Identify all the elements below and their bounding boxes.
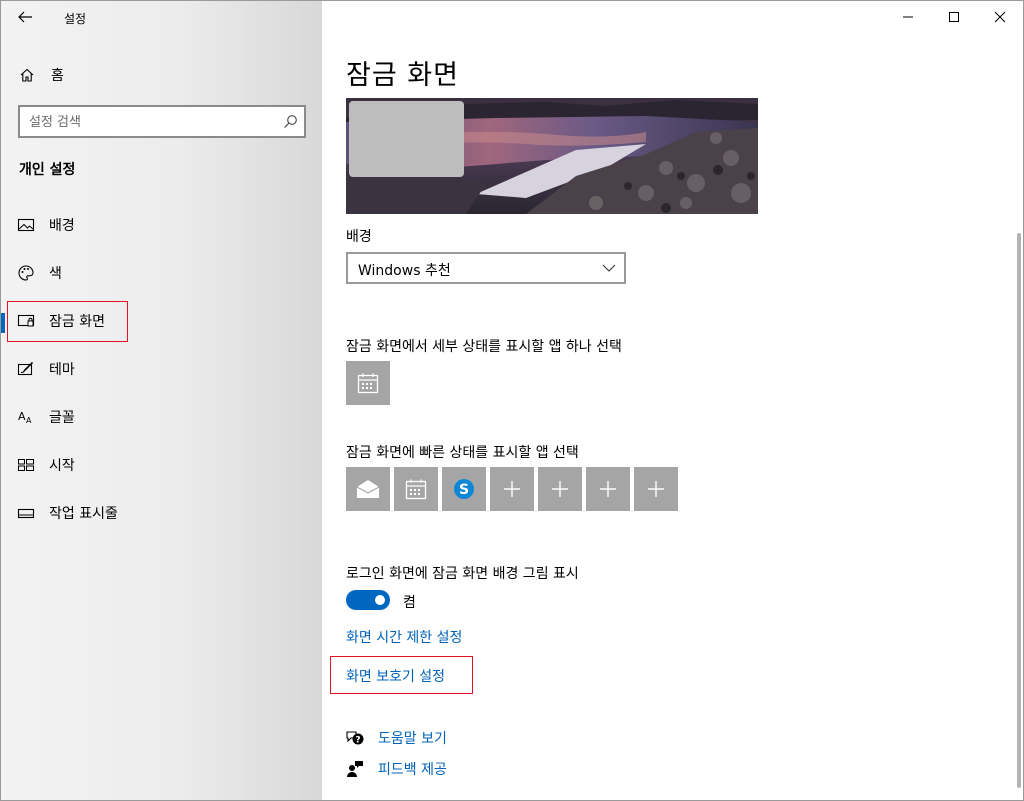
calendar-icon — [405, 479, 427, 500]
plus-icon — [648, 481, 664, 497]
lock-screen-preview — [346, 98, 758, 214]
home-nav-item[interactable]: 홈 — [19, 63, 64, 87]
plus-icon — [600, 481, 616, 497]
maximize-icon — [949, 12, 959, 22]
svg-text:A: A — [26, 416, 32, 425]
quick-status-app-tile[interactable] — [346, 467, 390, 511]
sidebar-item-start[interactable]: 시작 — [1, 443, 322, 487]
signin-background-label: 로그인 화면에 잠금 화면 배경 그림 표시 — [346, 566, 579, 582]
background-label: 배경 — [346, 229, 372, 245]
highlight-box — [7, 301, 128, 342]
home-label: 홈 — [51, 68, 64, 84]
quick-status-label: 잠금 화면에 빠른 상태를 표시할 앱 선택 — [346, 445, 579, 461]
quick-status-app-tile[interactable] — [394, 467, 438, 511]
sidebar-item-label: 글꼴 — [49, 410, 75, 426]
sidebar-item-background[interactable]: 배경 — [1, 203, 322, 247]
quick-status-add-tile[interactable] — [586, 467, 630, 511]
quick-status-app-tile[interactable]: S — [442, 467, 486, 511]
settings-window: 설정 홈 개인 설정 배경 — [0, 0, 1024, 801]
plus-icon — [552, 481, 568, 497]
background-select-value: Windows 추천 — [358, 263, 451, 279]
theme-brush-icon — [17, 361, 34, 376]
start-tiles-icon — [18, 459, 34, 471]
maximize-button[interactable] — [931, 1, 977, 33]
home-icon — [20, 68, 34, 82]
sidebar-item-taskbar[interactable]: 작업 표시줄 — [1, 491, 322, 535]
sidebar: 설정 홈 개인 설정 배경 — [1, 1, 322, 800]
chevron-down-icon — [602, 264, 616, 272]
font-icon: A A — [18, 410, 32, 425]
sidebar-item-themes[interactable]: 테마 — [1, 347, 322, 391]
scrollbar[interactable] — [1017, 233, 1021, 788]
mail-icon — [356, 480, 380, 498]
preview-clock-placeholder — [349, 101, 464, 177]
sidebar-item-label: 색 — [49, 266, 62, 282]
search-icon[interactable] — [283, 114, 298, 129]
toggle-knob — [375, 595, 385, 605]
sidebar-item-label: 배경 — [49, 218, 75, 234]
screen-timeout-link[interactable]: 화면 시간 제한 설정 — [346, 627, 462, 647]
toggle-state-label: 켬 — [403, 595, 416, 611]
close-button[interactable] — [977, 1, 1023, 33]
picture-icon — [17, 218, 35, 232]
app-title: 설정 — [64, 12, 87, 26]
quick-status-add-tile[interactable] — [634, 467, 678, 511]
minimize-icon — [903, 16, 913, 18]
search-input[interactable] — [29, 112, 279, 132]
section-title: 개인 설정 — [19, 162, 76, 178]
help-chat-icon: ? — [346, 731, 364, 746]
back-arrow-icon — [18, 11, 32, 23]
palette-icon — [18, 265, 34, 281]
sidebar-item-label: 시작 — [49, 458, 75, 474]
svg-text:S: S — [459, 482, 469, 498]
help-link[interactable]: 도움말 보기 — [378, 728, 447, 748]
back-button[interactable] — [17, 9, 39, 27]
sidebar-item-label: 작업 표시줄 — [49, 506, 118, 522]
svg-text:A: A — [18, 410, 26, 423]
detailed-status-app-tile[interactable] — [346, 361, 390, 405]
signin-background-toggle[interactable] — [346, 590, 390, 610]
sidebar-item-label: 테마 — [49, 362, 75, 378]
quick-status-add-tile[interactable] — [538, 467, 582, 511]
detailed-status-label: 잠금 화면에서 세부 상태를 표시할 앱 하나 선택 — [346, 339, 622, 355]
quick-status-add-tile[interactable] — [490, 467, 534, 511]
sidebar-item-color[interactable]: 색 — [1, 251, 322, 295]
highlight-box — [330, 656, 473, 694]
taskbar-icon — [17, 508, 35, 519]
search-box[interactable] — [18, 105, 306, 138]
svg-text:?: ? — [355, 736, 360, 746]
feedback-link[interactable]: 피드백 제공 — [378, 759, 447, 779]
sidebar-item-fonts[interactable]: A A 글꼴 — [1, 395, 322, 439]
close-icon — [994, 11, 1006, 23]
plus-icon — [504, 481, 520, 497]
skype-icon: S — [454, 479, 474, 499]
page-title: 잠금 화면 — [346, 60, 459, 91]
calendar-icon — [357, 373, 379, 394]
feedback-person-icon — [347, 761, 363, 777]
minimize-button[interactable] — [885, 1, 931, 33]
background-select[interactable]: Windows 추천 — [346, 252, 626, 284]
